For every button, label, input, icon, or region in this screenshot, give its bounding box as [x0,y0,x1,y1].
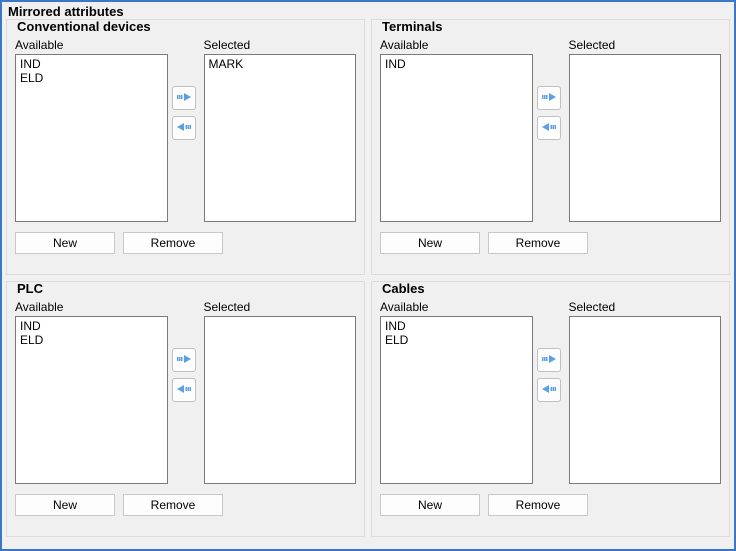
panel-title: Mirrored attributes [2,2,734,19]
transfer-buttons [172,34,200,140]
move-left-button[interactable] [172,116,196,140]
transfer-buttons [537,296,565,402]
available-col: Available INDELD [15,296,168,484]
remove-button[interactable]: Remove [123,232,223,254]
dual-list: Available IND Sele [380,34,721,222]
available-label: Available [15,38,168,52]
available-col: Available INDELD [15,34,168,222]
settings-panel: Mirrored attributes Conventional devices… [0,0,736,551]
group-conventional-devices: Conventional devices Available INDELD [6,19,365,275]
arrow-right-icon [541,91,557,106]
available-label: Available [15,300,168,314]
list-item[interactable]: ELD [20,333,163,347]
arrow-left-icon [176,121,192,136]
arrow-right-icon [541,353,557,368]
list-item[interactable]: IND [20,57,163,71]
list-item[interactable]: IND [385,57,528,71]
move-right-button[interactable] [537,348,561,372]
group-plc: PLC Available INDELD [6,281,365,537]
move-right-button[interactable] [537,86,561,110]
list-item[interactable]: IND [20,319,163,333]
arrow-right-icon [176,91,192,106]
transfer-buttons [537,34,565,140]
selected-label: Selected [204,38,357,52]
remove-button[interactable]: Remove [488,494,588,516]
move-left-button[interactable] [172,378,196,402]
dual-list: Available INDELD S [380,296,721,484]
group-title: Conventional devices [15,19,153,34]
group-terminals: Terminals Available IND [371,19,730,275]
move-right-button[interactable] [172,86,196,110]
new-button[interactable]: New [15,232,115,254]
available-label: Available [380,300,533,314]
new-button[interactable]: New [380,232,480,254]
arrow-right-icon [176,353,192,368]
arrow-left-icon [541,121,557,136]
selected-list[interactable] [569,316,722,484]
available-list[interactable]: IND [380,54,533,222]
available-list[interactable]: INDELD [15,54,168,222]
button-row: New Remove [15,232,356,254]
group-title: Cables [380,281,427,296]
button-row: New Remove [380,232,721,254]
selected-col: Selected [569,34,722,222]
list-item[interactable]: ELD [20,71,163,85]
selected-label: Selected [569,38,722,52]
selected-list[interactable] [204,316,357,484]
button-row: New Remove [380,494,721,516]
new-button[interactable]: New [380,494,480,516]
move-left-button[interactable] [537,116,561,140]
remove-button[interactable]: Remove [488,232,588,254]
available-label: Available [380,38,533,52]
list-item[interactable]: MARK [209,57,352,71]
available-col: Available INDELD [380,296,533,484]
groups-grid: Conventional devices Available INDELD [2,19,734,541]
button-row: New Remove [15,494,356,516]
selected-col: Selected [569,296,722,484]
group-cables: Cables Available INDELD [371,281,730,537]
selected-col: Selected [204,296,357,484]
dual-list: Available INDELD S [15,296,356,484]
move-left-button[interactable] [537,378,561,402]
selected-col: Selected MARK [204,34,357,222]
arrow-left-icon [176,383,192,398]
new-button[interactable]: New [15,494,115,516]
remove-button[interactable]: Remove [123,494,223,516]
available-list[interactable]: INDELD [15,316,168,484]
selected-label: Selected [204,300,357,314]
available-list[interactable]: INDELD [380,316,533,484]
transfer-buttons [172,296,200,402]
selected-list[interactable]: MARK [204,54,357,222]
arrow-left-icon [541,383,557,398]
group-title: PLC [15,281,45,296]
list-item[interactable]: ELD [385,333,528,347]
selected-label: Selected [569,300,722,314]
group-title: Terminals [380,19,444,34]
move-right-button[interactable] [172,348,196,372]
selected-list[interactable] [569,54,722,222]
available-col: Available IND [380,34,533,222]
dual-list: Available INDELD S [15,34,356,222]
list-item[interactable]: IND [385,319,528,333]
